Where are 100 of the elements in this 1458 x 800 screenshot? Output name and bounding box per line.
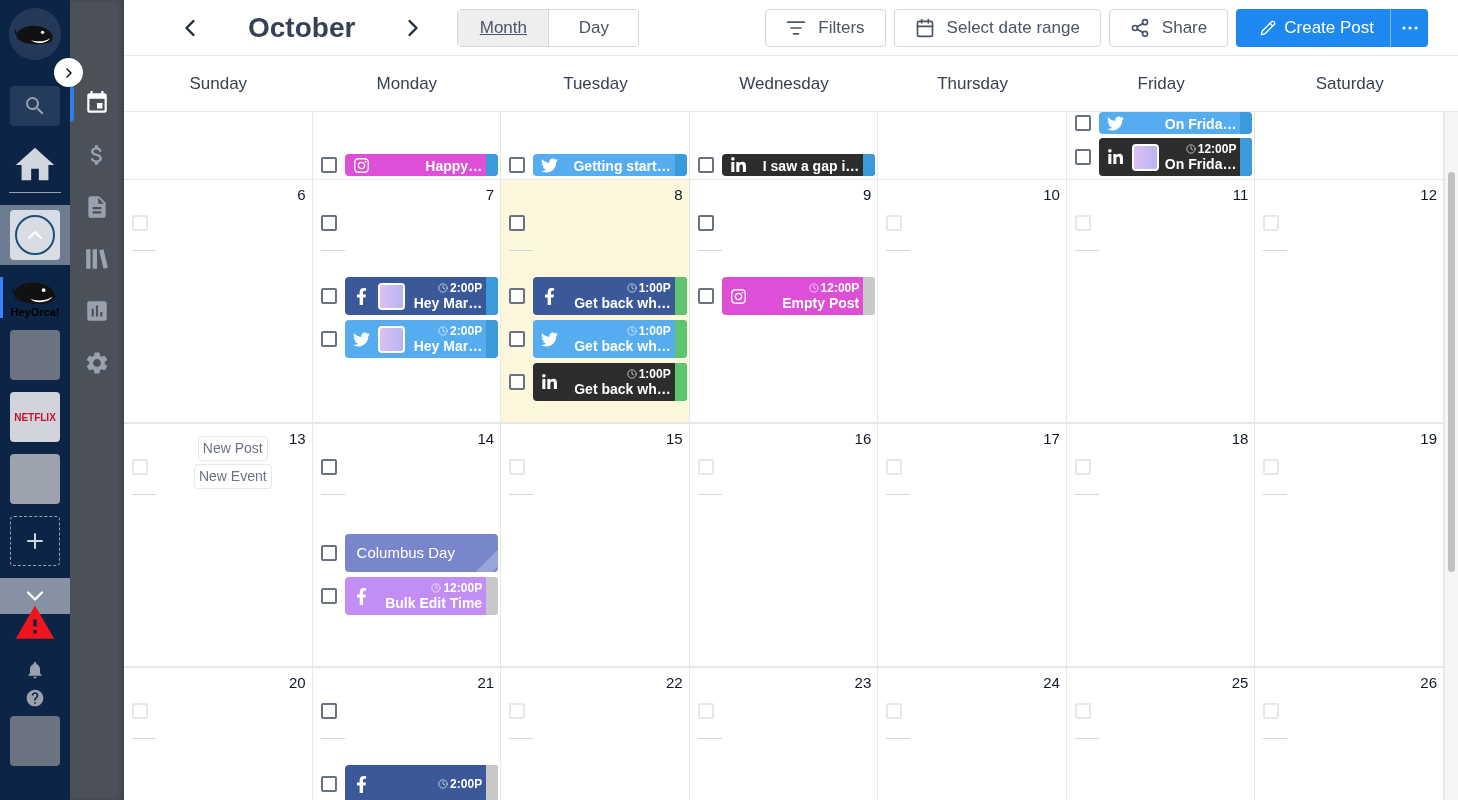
weekday-header: Monday bbox=[375, 72, 439, 95]
bell-icon[interactable] bbox=[25, 660, 45, 680]
search-button[interactable] bbox=[10, 86, 60, 126]
filters-button[interactable]: Filters bbox=[765, 8, 886, 47]
pencil-icon bbox=[1260, 19, 1277, 36]
twitter-bird-icon bbox=[352, 330, 370, 348]
post-chip[interactable]: 1:00P Get back wh… bbox=[533, 277, 687, 315]
clock-icon bbox=[626, 283, 637, 293]
view-tab[interactable]: Month bbox=[458, 9, 549, 46]
checkbox[interactable] bbox=[1074, 149, 1091, 165]
day-number: 20 bbox=[288, 673, 306, 693]
post-chip[interactable]: Happy… bbox=[344, 154, 499, 176]
weekday-header: Tuesday bbox=[562, 72, 629, 95]
help-icon[interactable] bbox=[25, 688, 45, 708]
date-range-button[interactable]: Select date range bbox=[893, 8, 1101, 47]
day-number: 17 bbox=[1043, 429, 1060, 449]
checkbox[interactable] bbox=[509, 331, 526, 347]
share-button[interactable]: Share bbox=[1108, 8, 1229, 47]
clock-icon bbox=[1185, 144, 1196, 154]
scroll-down-button[interactable] bbox=[0, 578, 70, 614]
checkbox[interactable] bbox=[320, 776, 337, 792]
post-title: Happy… bbox=[425, 159, 483, 173]
checkbox[interactable] bbox=[697, 288, 714, 304]
checkbox[interactable] bbox=[509, 374, 526, 390]
day-number: 15 bbox=[666, 429, 683, 449]
post-chip[interactable]: 12:00P Empty Post bbox=[721, 277, 876, 315]
post-title: Get back wh… bbox=[574, 296, 671, 310]
hover-action-button[interactable]: New Event bbox=[193, 464, 272, 489]
month-title: October bbox=[248, 10, 356, 45]
checkbox[interactable] bbox=[509, 157, 526, 173]
day-number: 23 bbox=[854, 673, 872, 693]
linkedin-icon bbox=[541, 373, 559, 391]
checkbox[interactable] bbox=[320, 331, 337, 347]
clock-icon bbox=[431, 583, 442, 593]
post-time: 2:00P bbox=[450, 778, 483, 790]
day-number: 7 bbox=[485, 185, 495, 205]
day-number: 21 bbox=[477, 673, 495, 693]
post-time: 12:00P bbox=[820, 282, 860, 294]
day-number: 11 bbox=[1232, 185, 1249, 205]
checkbox[interactable] bbox=[320, 545, 337, 561]
view-tab[interactable]: Day bbox=[548, 9, 639, 46]
post-time: 2:00P bbox=[450, 282, 483, 294]
twitter-bird-icon bbox=[541, 156, 559, 174]
bar-chart-icon[interactable] bbox=[84, 298, 110, 324]
day-number: 13 bbox=[288, 429, 306, 449]
checkbox[interactable] bbox=[320, 459, 337, 475]
photo-placeholder bbox=[1131, 143, 1159, 171]
checkbox[interactable] bbox=[320, 215, 337, 231]
day-number: 6 bbox=[297, 185, 306, 205]
post-title: Getting start… bbox=[573, 159, 671, 173]
calendar-icon bbox=[914, 17, 935, 38]
post-chip[interactable]: 2:00P Hey Mar… bbox=[344, 277, 499, 315]
day-number: 25 bbox=[1231, 673, 1249, 693]
linkedin-icon bbox=[1106, 148, 1124, 166]
day-number: 18 bbox=[1231, 429, 1249, 449]
post-chip[interactable]: 2:00P bbox=[344, 765, 499, 800]
checkbox[interactable] bbox=[320, 703, 337, 719]
event-chip[interactable]: Columbus Day bbox=[344, 534, 499, 572]
day-number: 14 bbox=[477, 429, 495, 449]
post-time: 1:00P bbox=[638, 282, 671, 294]
checkbox[interactable] bbox=[509, 215, 526, 231]
weekday-header: Saturday bbox=[1314, 72, 1385, 95]
day-number: 10 bbox=[1043, 185, 1060, 205]
post-chip[interactable]: I saw a gap i… bbox=[721, 154, 876, 176]
calendar-icon[interactable] bbox=[84, 90, 110, 116]
workspace-emblem[interactable] bbox=[10, 210, 60, 260]
post-time: 2:00P bbox=[450, 325, 483, 337]
books-icon[interactable] bbox=[84, 246, 110, 272]
post-time: 12:00P bbox=[1197, 143, 1237, 155]
weekday-header: Thursday bbox=[936, 72, 1009, 95]
add-workspace-button[interactable] bbox=[10, 516, 60, 566]
more-button[interactable] bbox=[1390, 8, 1428, 47]
clock-icon bbox=[438, 283, 449, 293]
post-title: Get back wh… bbox=[574, 339, 671, 353]
post-title: Empty Post bbox=[782, 296, 860, 310]
post-title: On Frida… bbox=[1164, 157, 1237, 171]
post-time: 1:00P bbox=[638, 325, 671, 337]
post-title: I saw a gap i… bbox=[762, 159, 860, 173]
checkbox[interactable] bbox=[1074, 115, 1091, 131]
share-icon bbox=[1129, 17, 1150, 38]
checkbox[interactable] bbox=[697, 157, 714, 173]
active-indicator bbox=[70, 84, 74, 122]
post-title: Bulk Edit Time bbox=[385, 596, 483, 610]
day-number: 19 bbox=[1420, 429, 1437, 449]
create-post-button[interactable]: Create Post bbox=[1236, 8, 1390, 47]
checkbox[interactable] bbox=[320, 588, 337, 604]
clock-icon bbox=[626, 369, 637, 379]
settings-icon[interactable] bbox=[84, 350, 110, 376]
checkbox[interactable] bbox=[509, 288, 526, 304]
post-chip[interactable]: 12:00P On Frida… bbox=[1098, 138, 1253, 176]
checkbox[interactable] bbox=[320, 157, 337, 173]
checkbox[interactable] bbox=[320, 288, 337, 304]
post-title: Hey Mar… bbox=[413, 296, 483, 310]
checkbox[interactable] bbox=[697, 215, 714, 231]
scrollbar[interactable] bbox=[1444, 112, 1458, 800]
hover-action-button[interactable]: New Post bbox=[197, 436, 268, 461]
day-number: 22 bbox=[666, 673, 683, 693]
workspace-tile[interactable]: NETFLIX bbox=[10, 392, 60, 442]
post-chip[interactable]: 1:00P Get back wh… bbox=[533, 363, 687, 401]
weekday-header: Friday bbox=[1136, 72, 1186, 95]
